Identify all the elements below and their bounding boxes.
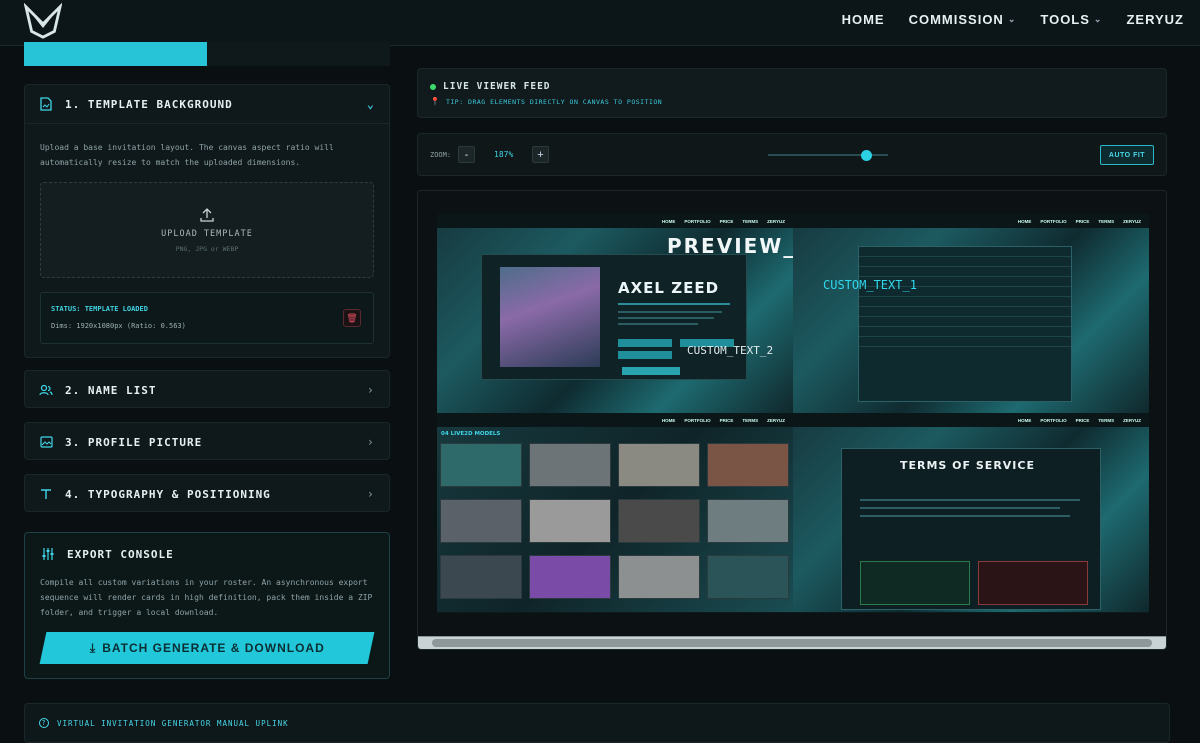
batch-generate-button[interactable]: ⤓ BATCH GENERATE & DOWNLOAD	[39, 632, 375, 664]
upload-template-dropzone[interactable]: UPLOAD TEMPLATE PNG, JPG or WEBP	[40, 182, 374, 278]
top-nav: HOME COMMISSION ⌄ TOOLS ⌄ ZERYUZ	[0, 0, 1200, 46]
scrollbar-thumb[interactable]	[432, 639, 1152, 647]
export-console-panel: EXPORT CONSOLE Compile all custom variat…	[24, 532, 390, 679]
canvas-horizontal-scrollbar[interactable]	[418, 636, 1166, 649]
sliders-icon	[42, 548, 54, 560]
name-list-panel[interactable]: 2. NAME LIST ›	[24, 370, 390, 408]
profile-picture-panel[interactable]: 3. PROFILE PICTURE ›	[24, 422, 390, 460]
template-description: Upload a base invitation layout. The can…	[40, 143, 334, 167]
brand-logo-icon[interactable]	[24, 3, 62, 39]
pricing-table	[858, 246, 1072, 402]
models-title: 04 LIVE2D MODELS	[441, 431, 501, 437]
template-quadrant-models: HOME PORTFOLIO PRICE TERMS ZERYUZ 04 LIVE2D …	[437, 413, 793, 612]
nav-tools-label: TOOLS	[1040, 11, 1090, 27]
preview-canvas[interactable]: HOME PORTFOLIO PRICE TERMS ZERYUZ AXEL ZEED …	[437, 214, 1149, 613]
template-background-header[interactable]: 1. TEMPLATE BACKGROUND ⌄	[25, 85, 389, 123]
tab-inactive[interactable]	[207, 42, 390, 66]
chevron-down-icon: ⌄	[1007, 13, 1017, 24]
template-topbar: HOME PORTFOLIO PRICE TERMS ZERYUZ	[793, 413, 1149, 427]
pin-icon: 📍	[430, 97, 440, 106]
trash-button[interactable]: 🗑	[343, 309, 361, 327]
section-title: 4. TYPOGRAPHY & POSITIONING	[65, 487, 271, 501]
zoom-toolbar: ZOOM: - 187% + AUTO FIT	[417, 133, 1167, 176]
manual-uplink-bar[interactable]: ? VIRTUAL INVITATION GENERATOR MANUAL UP…	[24, 703, 1170, 743]
chevron-down-icon: ⌄	[1093, 13, 1103, 24]
overlay-custom-text-2[interactable]: CUSTOM_TEXT_2	[687, 344, 773, 357]
section-title: 3. PROFILE PICTURE	[65, 435, 203, 449]
zoom-value: 187%	[494, 150, 514, 159]
zoom-label: ZOOM:	[430, 151, 452, 159]
character-name: AXEL ZEED	[618, 279, 720, 297]
export-title: EXPORT CONSOLE	[67, 547, 174, 561]
download-icon: ⤓	[89, 640, 96, 655]
live-viewer-feed: LIVE VIEWER FEED 📍 TIP: DRAG ELEMENTS DI…	[417, 68, 1167, 118]
chevron-down-icon: ⌄	[366, 97, 375, 111]
canvas-stage: HOME PORTFOLIO PRICE TERMS ZERYUZ AXEL ZEED …	[417, 190, 1167, 650]
sidebar-tabs	[24, 42, 390, 66]
template-background-panel: 1. TEMPLATE BACKGROUND ⌄ Upload a base i…	[24, 84, 390, 358]
minus-icon: -	[464, 148, 469, 161]
nav-tools[interactable]: TOOLS ⌄	[1040, 12, 1102, 27]
autofit-label: AUTO FIT	[1108, 151, 1146, 159]
feed-title: LIVE VIEWER FEED	[443, 81, 551, 92]
overlay-preview-name[interactable]: PREVIEW_NAME	[667, 234, 793, 258]
nav-commission-label: COMMISSION	[908, 11, 1004, 27]
chevron-right-icon: ›	[366, 435, 375, 449]
zoom-in-button[interactable]: +	[532, 146, 549, 163]
terms-title: TERMS OF SERVICE	[900, 459, 1035, 472]
manual-label: VIRTUAL INVITATION GENERATOR MANUAL UPLI…	[57, 718, 289, 728]
zoom-out-button[interactable]: -	[458, 146, 475, 163]
template-quadrant-terms: HOME PORTFOLIO PRICE TERMS ZERYUZ TERMS OF S…	[793, 413, 1149, 612]
tab-active[interactable]	[24, 42, 207, 66]
nav-commission[interactable]: COMMISSION ⌄	[909, 12, 1017, 27]
profile-card: AXEL ZEED	[481, 254, 747, 380]
template-quadrant-profile: HOME PORTFOLIO PRICE TERMS ZERYUZ AXEL ZEED …	[437, 214, 793, 413]
nav-home-label: HOME	[841, 11, 885, 27]
nav-zeryuz[interactable]: ZERYUZ	[1126, 12, 1184, 27]
plus-icon: +	[537, 148, 544, 161]
batch-button-label: BATCH GENERATE & DOWNLOAD	[101, 640, 325, 655]
image-icon	[39, 435, 53, 449]
auto-fit-button[interactable]: AUTO FIT	[1100, 145, 1154, 165]
template-topbar: HOME PORTFOLIO PRICE TERMS ZERYUZ	[793, 214, 1149, 228]
trash-icon: 🗑	[346, 312, 358, 323]
export-description: Compile all custom variations in your ro…	[40, 578, 373, 617]
typography-panel[interactable]: 4. TYPOGRAPHY & POSITIONING ›	[24, 474, 390, 512]
live-dot-icon	[430, 83, 436, 90]
template-topbar: HOME PORTFOLIO PRICE TERMS ZERYUZ	[437, 214, 793, 228]
upload-icon	[200, 208, 214, 222]
section-title: 1. TEMPLATE BACKGROUND	[65, 97, 233, 111]
terms-box: TERMS OF SERVICE	[841, 448, 1101, 610]
zoom-slider-knob[interactable]	[861, 150, 873, 161]
upload-hint: PNG, JPG or WEBP	[175, 245, 239, 253]
file-image-icon	[39, 97, 53, 111]
nav-zeryuz-label: ZERYUZ	[1126, 11, 1184, 27]
character-portrait	[500, 267, 600, 367]
template-topbar: HOME PORTFOLIO PRICE TERMS ZERYUZ	[437, 413, 793, 427]
users-icon	[39, 383, 53, 397]
template-status-box: STATUS: TEMPLATE LOADED Dims: 1920x1080p…	[40, 292, 374, 344]
dims-text: Dims: 1920x1080px (Ratio: 0.563)	[51, 322, 186, 330]
template-quadrant-pricing: HOME PORTFOLIO PRICE TERMS ZERYUZ CUSTOM_TEX…	[793, 214, 1149, 413]
chevron-right-icon: ›	[366, 487, 375, 501]
section-title: 2. NAME LIST	[65, 383, 157, 397]
chevron-right-icon: ›	[366, 383, 375, 397]
feed-tip: TIP: DRAG ELEMENTS DIRECTLY ON CANVAS TO…	[445, 97, 663, 106]
help-icon: ?	[39, 718, 49, 728]
upload-label: UPLOAD TEMPLATE	[161, 229, 253, 239]
status-text: STATUS: TEMPLATE LOADED	[51, 305, 148, 313]
overlay-custom-text-1[interactable]: CUSTOM_TEXT_1	[823, 278, 917, 292]
nav-home[interactable]: HOME	[842, 12, 885, 27]
type-icon	[39, 487, 53, 501]
